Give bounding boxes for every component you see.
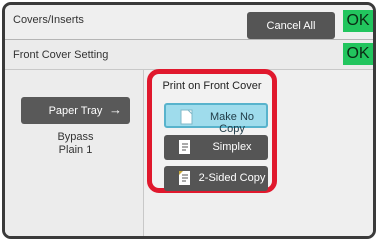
covers-inserts-screen: Covers/Inserts Cancel All OK Front Cover… — [2, 2, 376, 239]
paper-tray-panel: Paper Tray → Bypass Plain 1 — [5, 70, 144, 236]
header-bar: Covers/Inserts Cancel All OK — [5, 5, 373, 40]
simplex-button[interactable]: Simplex — [164, 135, 268, 160]
simplex-label: Simplex — [212, 141, 252, 153]
ok-button-header[interactable]: OK — [343, 10, 373, 32]
print-on-front-cover-group: Print on Front Cover Make No Copy Simple… — [147, 69, 277, 193]
print-on-front-cover-label: Print on Front Cover — [162, 80, 262, 92]
make-no-copy-button[interactable]: Make No Copy — [164, 103, 268, 135]
two-sided-copy-label: 2-Sided Copy — [198, 172, 266, 184]
paper-tray-label: Paper Tray — [48, 104, 103, 117]
paper-tray-info: Bypass Plain 1 — [21, 131, 130, 157]
two-sided-copy-button[interactable]: 2-Sided Copy — [164, 166, 268, 191]
content-panel: Front Cover Setting OK Paper Tray → Bypa… — [5, 40, 373, 236]
paper-type: Plain 1 — [58, 144, 93, 156]
section-title: Front Cover Setting — [13, 49, 109, 61]
make-no-copy-label: Make No Copy — [209, 111, 255, 135]
arrow-right-icon: → — [109, 102, 122, 117]
simplex-page-icon — [179, 140, 190, 154]
cancel-all-button[interactable]: Cancel All — [247, 12, 335, 39]
paper-tray-button[interactable]: Paper Tray → — [21, 97, 130, 124]
page-title: Covers/Inserts — [13, 14, 84, 26]
ok-button-section[interactable]: OK — [343, 43, 373, 65]
two-sided-page-icon — [179, 171, 190, 185]
blank-page-icon — [180, 109, 193, 125]
paper-source: Bypass — [57, 131, 94, 143]
